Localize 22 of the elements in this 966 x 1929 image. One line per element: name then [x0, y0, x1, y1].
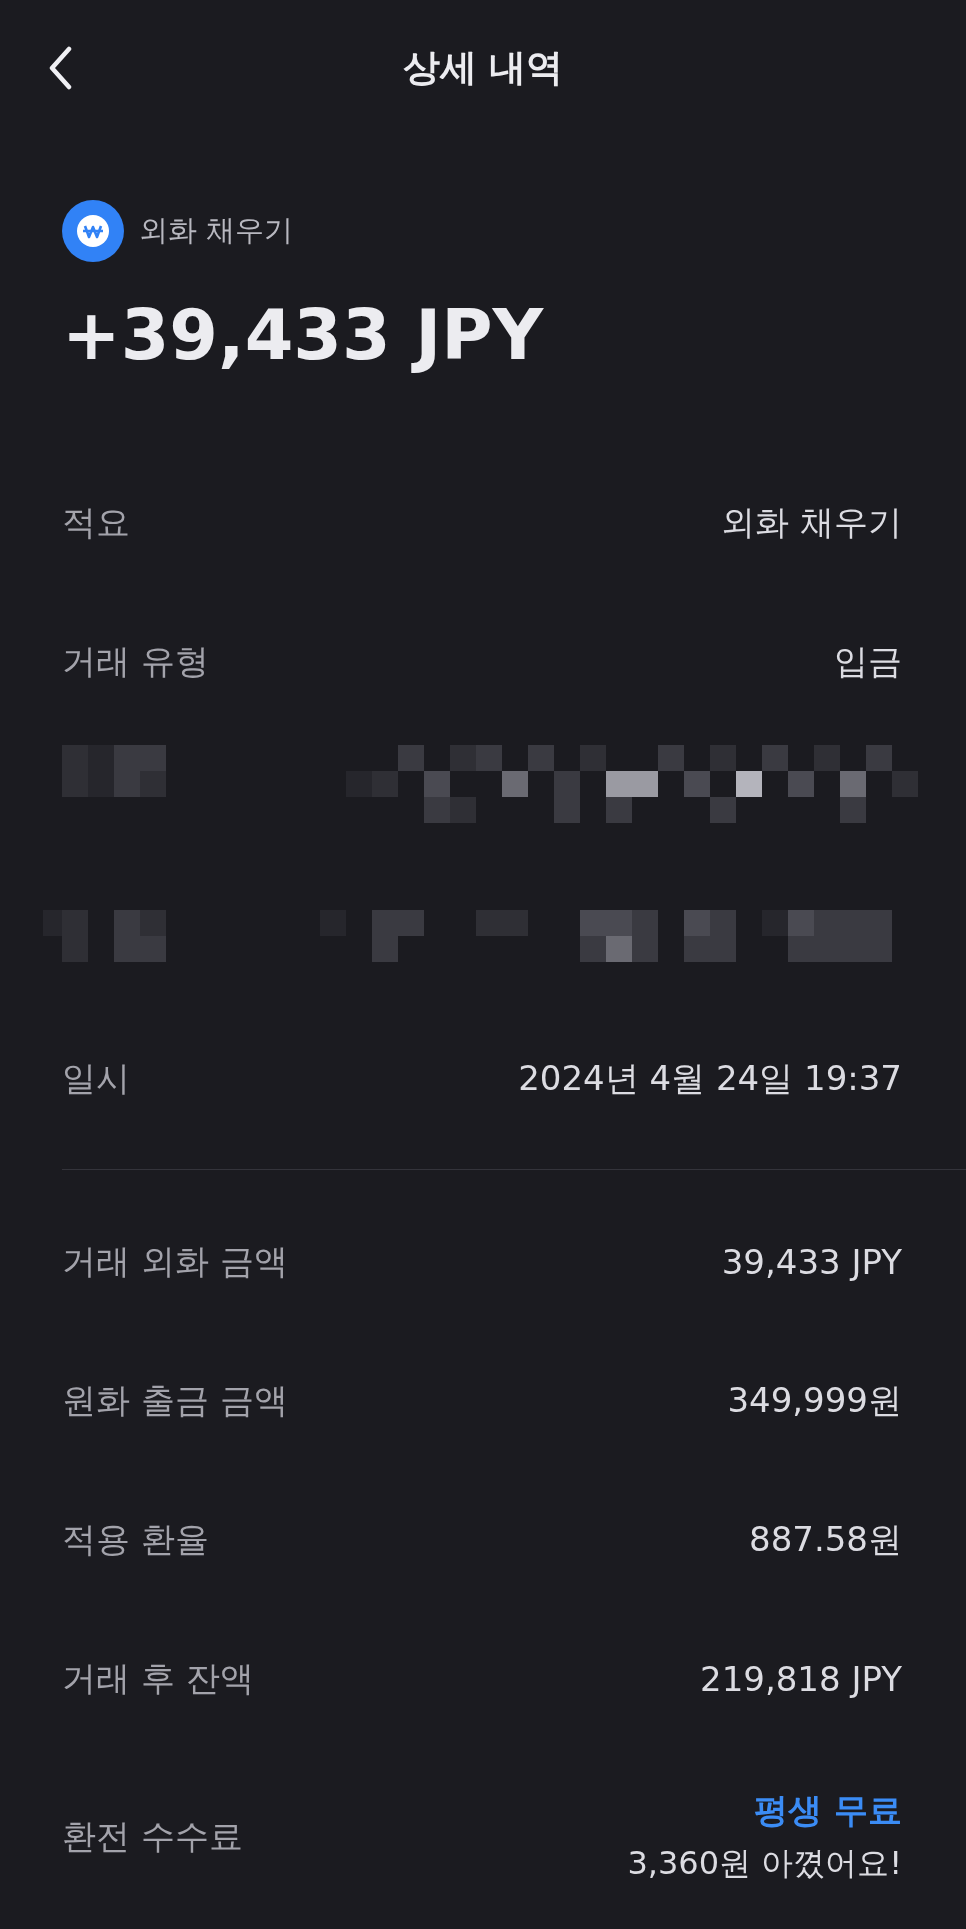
row-label: 환전 수수료 — [62, 1815, 243, 1858]
row-value: 39,433 JPY — [721, 1241, 902, 1282]
row-label: 원화 출금 금액 — [62, 1378, 288, 1422]
fee-highlight: 평생 무료 — [754, 1789, 902, 1832]
row-value: 219,818 JPY — [700, 1658, 902, 1699]
row-label: 거래 유형 — [62, 639, 209, 683]
amount-text: +39,433 JPY — [62, 295, 545, 375]
back-icon — [48, 46, 72, 90]
row-label: 거래 외화 금액 — [62, 1239, 288, 1283]
row-value: 2024년 4월 24일 19:37 — [518, 1056, 902, 1100]
row-value: 외화 채우기 — [721, 500, 902, 544]
row-value: 349,999원 — [727, 1378, 902, 1422]
row-label: 적요 — [62, 500, 130, 544]
savings-note: 3,360원 아꼈어요! — [627, 1843, 902, 1884]
page-title: 상세 내역 — [402, 45, 564, 91]
transaction-type-label: 외화 채우기 — [139, 212, 294, 249]
row-label: 거래 후 잔액 — [62, 1656, 254, 1700]
won-icon — [62, 200, 124, 262]
row-label: 일시 — [62, 1056, 130, 1100]
row-value: 887.58원 — [749, 1517, 902, 1561]
row-value: 입금 — [834, 639, 902, 683]
row-label: 적용 환율 — [62, 1517, 209, 1561]
